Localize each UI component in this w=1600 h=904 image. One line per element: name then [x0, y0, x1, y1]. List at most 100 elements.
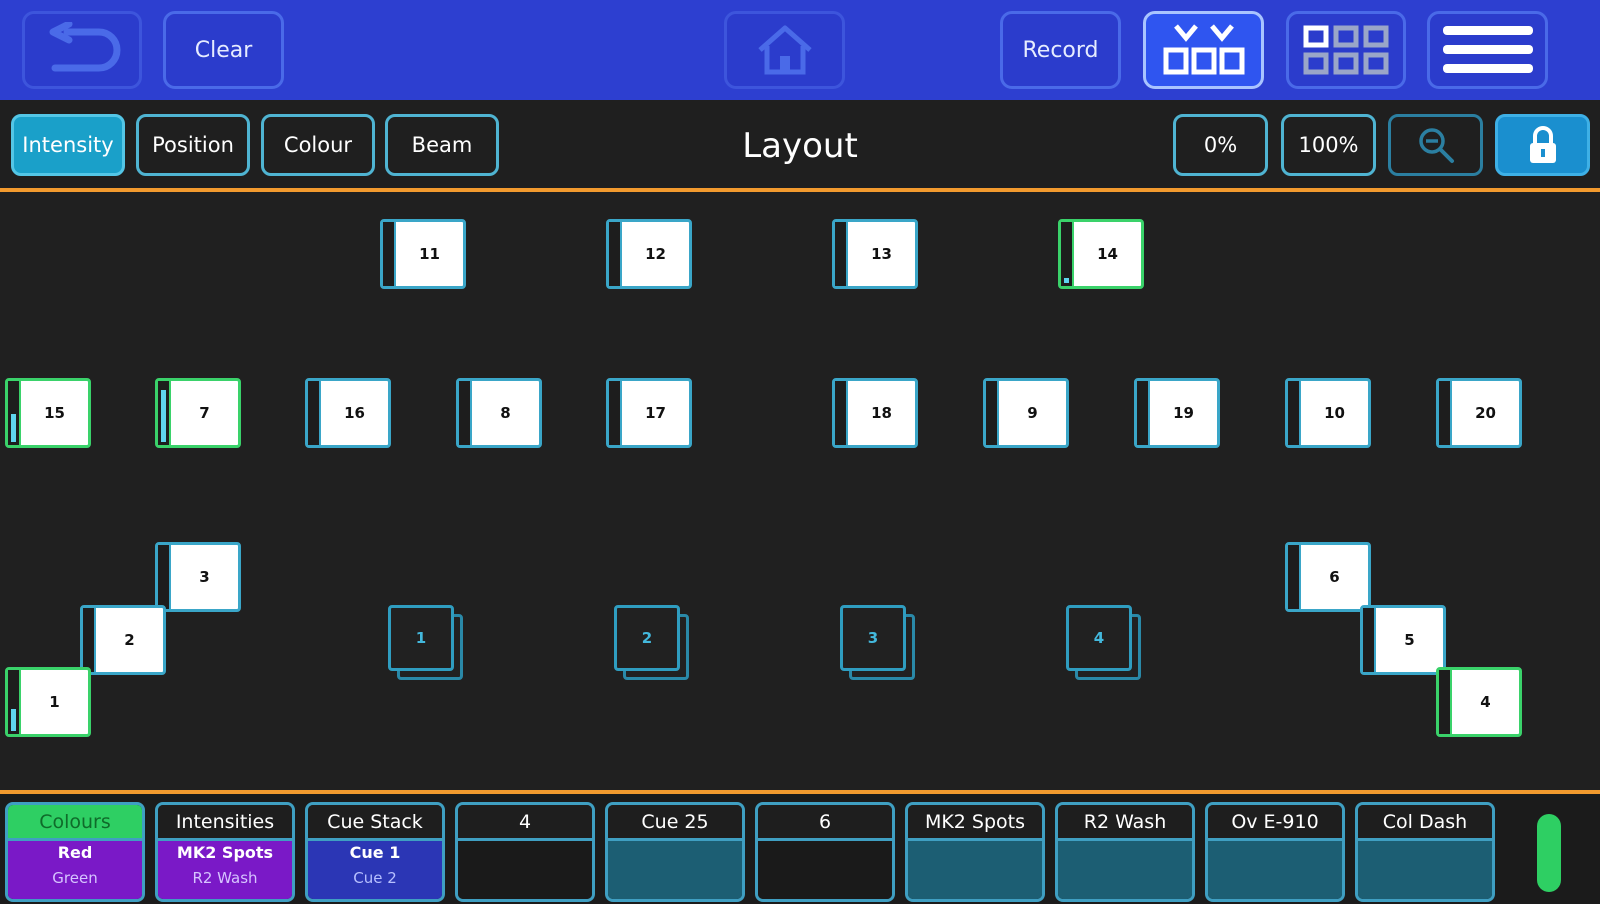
level-indicator	[1288, 381, 1301, 445]
clear-button[interactable]: Clear	[163, 11, 284, 89]
level-indicator	[609, 222, 622, 286]
fixture-tile[interactable]: 20	[1436, 378, 1522, 448]
master-fader-handle[interactable]	[1537, 814, 1561, 892]
level-indicator	[609, 381, 622, 445]
level-indicator	[835, 381, 848, 445]
fixture-tile[interactable]: 13	[832, 219, 918, 289]
fixture-number: 9	[1027, 404, 1038, 422]
level-indicator	[1137, 381, 1150, 445]
playback-r2-wash[interactable]: R2 Wash	[1055, 802, 1195, 902]
fixture-number: 10	[1324, 404, 1345, 422]
fixture-number: 6	[1329, 568, 1340, 586]
fixture-tile[interactable]: 5	[1360, 605, 1446, 675]
fixture-tile-selected[interactable]: 4	[1436, 667, 1522, 737]
fixture-tile[interactable]: 3	[155, 542, 241, 612]
group-number: 3	[867, 629, 879, 647]
fixture-number: 3	[199, 568, 210, 586]
fixture-view-button[interactable]	[1143, 11, 1264, 89]
group-number: 1	[415, 629, 427, 647]
fixture-tile-selected[interactable]: 14	[1058, 219, 1144, 289]
level-indicator	[158, 545, 171, 609]
fixture-number: 13	[871, 245, 892, 263]
fixture-tile[interactable]: 10	[1285, 378, 1371, 448]
level-indicator	[1288, 545, 1301, 609]
fixture-number: 17	[645, 404, 666, 422]
fixture-tile[interactable]: 6	[1285, 542, 1371, 612]
playback-header: R2 Wash	[1058, 805, 1192, 841]
undo-arrow-icon	[49, 22, 121, 72]
playback-header: MK2 Spots	[908, 805, 1042, 841]
set-full-button[interactable]: 100%	[1281, 114, 1376, 176]
set-zero-button[interactable]: 0%	[1173, 114, 1268, 176]
fixture-number: 16	[344, 404, 365, 422]
playback-colours[interactable]: Colours Red Green	[5, 802, 145, 902]
fixture-view-icon	[1163, 24, 1244, 75]
level-indicator	[308, 381, 321, 445]
fixture-number: 5	[1404, 631, 1415, 649]
level-indicator	[83, 608, 96, 672]
fixture-tile-selected[interactable]: 15	[5, 378, 91, 448]
level-indicator	[459, 381, 472, 445]
fixture-tile[interactable]: 2	[80, 605, 166, 675]
fixture-tile[interactable]: 12	[606, 219, 692, 289]
playback-line2: Green	[52, 869, 98, 887]
playback-col-dash[interactable]: Col Dash	[1355, 802, 1495, 902]
main-menu-button[interactable]	[1427, 11, 1548, 89]
home-button[interactable]	[724, 11, 845, 89]
fixture-tile[interactable]: 9	[983, 378, 1069, 448]
level-indicator	[383, 222, 396, 286]
playback-intensities[interactable]: Intensities MK2 Spots R2 Wash	[155, 802, 295, 902]
fixture-number: 4	[1480, 693, 1491, 711]
attribute-bar: Intensity Position Colour Beam Layout 0%…	[0, 100, 1600, 192]
level-indicator	[835, 222, 848, 286]
top-toolbar: Clear Record	[0, 0, 1600, 100]
playback-header: Cue 25	[608, 805, 742, 841]
playback-4[interactable]: 4	[455, 802, 595, 902]
record-button[interactable]: Record	[1000, 11, 1121, 89]
fixture-tile-selected[interactable]: 1	[5, 667, 91, 737]
fixture-number: 14	[1097, 245, 1118, 263]
level-indicator	[158, 381, 171, 445]
playback-line2: Cue 2	[353, 869, 397, 887]
fixture-tile[interactable]: 17	[606, 378, 692, 448]
level-indicator	[8, 670, 21, 734]
level-indicator	[986, 381, 999, 445]
group-number: 2	[641, 629, 653, 647]
playback-cue-stack[interactable]: Cue Stack Cue 1 Cue 2	[305, 802, 445, 902]
zoom-out-icon	[1418, 128, 1454, 163]
fixture-tile[interactable]: 16	[305, 378, 391, 448]
fixture-tile[interactable]: 11	[380, 219, 466, 289]
tab-intensity[interactable]: Intensity	[11, 114, 125, 176]
lock-icon	[1529, 126, 1556, 163]
zoom-button[interactable]	[1388, 114, 1483, 176]
playback-legend: Cue 1 Cue 2	[308, 841, 442, 899]
fixture-number: 1	[49, 693, 60, 711]
tab-beam[interactable]: Beam	[385, 114, 499, 176]
playback-line1: MK2 Spots	[176, 843, 274, 862]
lock-button[interactable]	[1495, 114, 1590, 176]
playback-legend	[908, 841, 1042, 899]
undo-button[interactable]	[22, 11, 142, 89]
playback-cue-25[interactable]: Cue 25	[605, 802, 745, 902]
playback-legend	[1058, 841, 1192, 899]
playback-ov-e-910[interactable]: Ov E-910	[1205, 802, 1345, 902]
grid-view-button[interactable]	[1286, 11, 1406, 89]
fixture-number: 19	[1173, 404, 1194, 422]
playback-header: 6	[758, 805, 892, 841]
fixture-tile[interactable]: 8	[456, 378, 542, 448]
view-title: Layout	[742, 126, 858, 166]
home-icon	[757, 25, 812, 75]
playback-header: Ov E-910	[1208, 805, 1342, 841]
fixture-tile[interactable]: 18	[832, 378, 918, 448]
level-indicator	[1439, 381, 1452, 445]
fixture-tile-selected[interactable]: 7	[155, 378, 241, 448]
level-indicator	[1061, 222, 1074, 286]
playback-legend: MK2 Spots R2 Wash	[158, 841, 292, 899]
tab-position[interactable]: Position	[136, 114, 250, 176]
playback-6[interactable]: 6	[755, 802, 895, 902]
fixture-tile[interactable]: 19	[1134, 378, 1220, 448]
playback-mk2-spots[interactable]: MK2 Spots	[905, 802, 1045, 902]
playback-legend	[1208, 841, 1342, 899]
playback-line1: Cue 1	[349, 843, 401, 862]
tab-colour[interactable]: Colour	[261, 114, 375, 176]
